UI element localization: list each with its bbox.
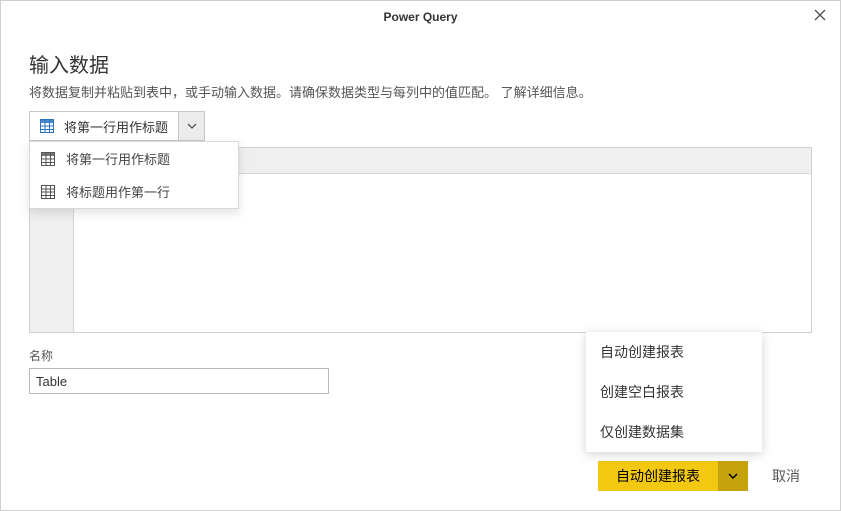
option-label: 将标题用作第一行 xyxy=(66,182,170,201)
dropdown-main[interactable]: 将第一行用作标题 xyxy=(30,112,178,140)
primary-action-menu: 自动创建报表 创建空白报表 仅创建数据集 xyxy=(586,332,762,452)
cancel-button[interactable]: 取消 xyxy=(760,460,812,492)
page-title: 输入数据 xyxy=(29,49,812,78)
window-title: Power Query xyxy=(383,10,457,24)
titlebar: Power Query xyxy=(1,1,840,33)
name-input[interactable] xyxy=(29,368,329,394)
description-text: 将数据复制并粘贴到表中，或手动输入数据。请确保数据类型与每列中的值匹配。 xyxy=(29,85,497,100)
header-options-row: 将第一行用作标题 xyxy=(29,111,812,147)
option-use-header-as-first-row[interactable]: 将标题用作第一行 xyxy=(30,175,238,208)
primary-action-split-button: 自动创建报表 xyxy=(598,461,748,491)
menu-create-blank-report[interactable]: 创建空白报表 xyxy=(586,372,762,412)
learn-more-link[interactable]: 了解详细信息。 xyxy=(501,85,592,100)
dialog-footer: 自动创建报表 取消 xyxy=(598,460,812,492)
dropdown-caret-button[interactable] xyxy=(178,112,204,140)
primary-action-caret[interactable] xyxy=(718,461,748,491)
table-grid-icon xyxy=(38,117,56,135)
table-grid-icon xyxy=(40,184,56,200)
chevron-down-icon xyxy=(728,473,738,479)
option-label: 将第一行用作标题 xyxy=(66,149,170,168)
close-button[interactable] xyxy=(808,7,832,27)
header-dropdown-menu: 将第一行用作标题 将标题用作第一行 xyxy=(29,141,239,209)
power-query-dialog: Power Query 输入数据 将数据复制并粘贴到表中，或手动输入数据。请确保… xyxy=(0,0,841,511)
close-icon xyxy=(814,9,826,21)
table-grid-icon xyxy=(40,151,56,167)
chevron-down-icon xyxy=(187,123,197,129)
option-use-first-row-as-header[interactable]: 将第一行用作标题 xyxy=(30,142,238,175)
page-description: 将数据复制并粘贴到表中，或手动输入数据。请确保数据类型与每列中的值匹配。 了解详… xyxy=(29,82,812,101)
primary-action-button[interactable]: 自动创建报表 xyxy=(598,461,718,491)
dropdown-selected-label: 将第一行用作标题 xyxy=(64,117,168,136)
menu-create-dataset-only[interactable]: 仅创建数据集 xyxy=(586,412,762,452)
menu-auto-create-report[interactable]: 自动创建报表 xyxy=(586,332,762,372)
use-first-row-as-header-dropdown[interactable]: 将第一行用作标题 xyxy=(29,111,205,141)
